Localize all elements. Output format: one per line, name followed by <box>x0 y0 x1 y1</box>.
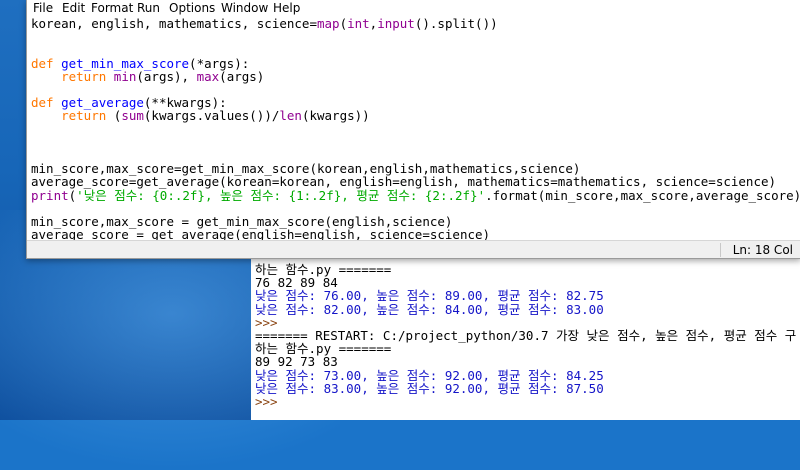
shell-output-line: 89 92 73 83 <box>255 354 338 370</box>
code-line: korean, english, mathematics, science=ma… <box>31 17 498 31</box>
code-token: (args) <box>219 68 265 84</box>
status-separator <box>720 243 721 257</box>
code-token: max <box>196 68 220 84</box>
code-token: print <box>31 187 69 203</box>
shell-output-line: ======= RESTART: C:/project_python/30.7 … <box>255 328 797 343</box>
code-token: (kwargs)) <box>301 108 370 124</box>
code-token: return <box>61 108 114 124</box>
code-token: korean, english, mathematics, science= <box>31 16 317 31</box>
code-token: sum <box>121 108 144 124</box>
code-token: '낮은 점수: {0:.2f}, 높은 점수: {1:.2f}, 평균 점수: … <box>76 187 486 203</box>
code-token: ().split()) <box>414 16 498 31</box>
code-token: ( <box>339 16 348 31</box>
shell-output-line: 하는 함수.py ======= <box>255 262 392 277</box>
python-shell-window[interactable]: 하는 함수.py ======= 76 82 89 84 낮은 점수: 76.00,… <box>251 256 800 420</box>
shell-output-line: 낮은 점수: 73.00, 높은 점수: 92.00, 평균 점수: 84.25 <box>255 367 604 383</box>
shell-output-line: >>> <box>255 314 278 330</box>
code-token: int <box>347 16 370 31</box>
shell-output-line: >>> <box>255 394 278 409</box>
code-token: return <box>61 68 114 84</box>
idle-editor-window[interactable]: File Edit Format Run Options Window Help… <box>26 0 800 259</box>
code-token: .format(min_score,max_score,average_scor… <box>485 187 800 203</box>
menu-edit[interactable]: Edit <box>62 1 85 15</box>
code-token: map <box>316 16 340 31</box>
menu-options[interactable]: Options <box>169 1 215 15</box>
status-bar: Ln: 18 Col <box>27 240 800 258</box>
menu-run[interactable]: Run <box>137 1 160 15</box>
code-editor-area[interactable]: korean, english, mathematics, science=ma… <box>31 17 800 255</box>
code-line: return min(args), max(args) <box>31 68 265 84</box>
menu-window[interactable]: Window <box>221 1 268 15</box>
code-token: min <box>113 68 137 84</box>
code-token: (args), <box>136 68 197 84</box>
shell-output-line: 낮은 점수: 83.00, 높은 점수: 92.00, 평균 점수: 87.50 <box>255 380 604 396</box>
menu-bar: File Edit Format Run Options Window Help <box>27 0 800 16</box>
code-line: print('낮은 점수: {0:.2f}, 높은 점수: {1:.2f}, 평… <box>31 187 800 203</box>
code-line: return (sum(kwargs.values())/len(kwargs)… <box>31 109 370 123</box>
shell-output-line: 76 82 89 84 <box>255 275 338 291</box>
shell-output-line: 낮은 점수: 82.00, 높은 점수: 84.00, 평균 점수: 83.00 <box>255 301 604 317</box>
menu-help[interactable]: Help <box>273 1 300 15</box>
code-token: (kwargs.values())/ <box>143 108 280 124</box>
code-token: input <box>377 16 415 31</box>
shell-output-line: 낮은 점수: 76.00, 높은 점수: 89.00, 평균 점수: 82.75 <box>255 288 604 304</box>
code-token: len <box>279 108 302 124</box>
menu-format[interactable]: Format <box>91 1 133 15</box>
menu-file[interactable]: File <box>33 1 53 15</box>
cursor-position: Ln: 18 Col <box>732 243 793 257</box>
shell-output-line: 하는 함수.py ======= <box>255 341 392 357</box>
